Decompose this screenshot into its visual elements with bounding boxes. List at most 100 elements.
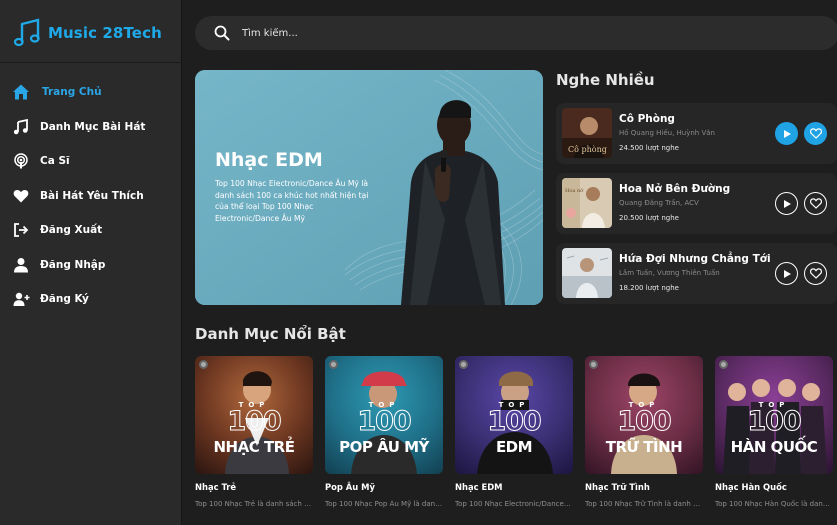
logout-icon — [12, 221, 30, 239]
search-bar[interactable] — [195, 16, 837, 50]
song-title[interactable]: Hoa Nở Bên Đường — [619, 183, 730, 195]
sidebar-item-label: Danh Mục Bài Hát — [40, 120, 146, 133]
sidebar-item-favorites[interactable]: Bài Hát Yêu Thích — [0, 179, 182, 214]
category-description: Top 100 Nhạc Hàn Quốc là danh sách — [715, 500, 833, 508]
svg-text:Hoa nở: Hoa nở — [565, 187, 584, 194]
sidebar-item-singers[interactable]: Ca Sĩ — [0, 144, 182, 179]
featured-banner[interactable]: Nhạc EDM Top 100 Nhạc Electronic/Dance Â… — [195, 70, 543, 305]
category-card[interactable]: TOP 100 HÀN QUỐC Nhạc Hàn Quốc Top 100 N… — [715, 356, 833, 508]
category-name[interactable]: Nhạc Trẻ — [195, 482, 236, 492]
category-name[interactable]: Nhạc EDM — [455, 482, 503, 492]
main-content: Nhạc EDM Top 100 Nhạc Electronic/Dance Â… — [183, 0, 837, 525]
disc-icon — [589, 360, 598, 369]
podcast-icon — [12, 152, 30, 170]
music-logo-icon — [13, 18, 40, 47]
sidebar-item-logout[interactable]: Đăng Xuất — [0, 213, 182, 248]
cover-label: NHẠC TRẺ — [213, 438, 295, 456]
cover-label: POP ÂU MỸ — [339, 438, 429, 456]
disc-icon — [719, 360, 728, 369]
app-logo[interactable]: Music 28Tech — [12, 18, 162, 48]
popular-songs-list: Cô phòng Cô Phòng Hồ Quang Hiếu, Huỳnh V… — [556, 103, 837, 313]
play-button[interactable] — [775, 192, 798, 215]
sidebar-item-label: Đăng Xuất — [40, 224, 103, 237]
music-note-icon — [12, 118, 30, 136]
song-item[interactable]: Hứa Đợi Nhưng Chẳng Tới Lâm Tuấn, Vương … — [556, 243, 837, 304]
song-views: 24.500 lượt nghe — [619, 144, 679, 152]
heart-outline-icon — [809, 198, 822, 209]
category-cover: TOP 100 TRỮ TÌNH — [585, 356, 703, 474]
sidebar-item-song-categories[interactable]: Danh Mục Bài Hát — [0, 110, 182, 145]
cover-label: EDM — [495, 438, 533, 456]
banner-description: Top 100 Nhạc Electronic/Dance Âu Mỹ là d… — [215, 179, 369, 223]
song-item[interactable]: Cô phòng Cô Phòng Hồ Quang Hiếu, Huỳnh V… — [556, 103, 837, 164]
category-cover: TOP 100 NHẠC TRẺ — [195, 356, 313, 474]
home-icon — [12, 83, 30, 101]
song-thumbnail: Hoa nở — [562, 178, 612, 228]
category-name[interactable]: Nhạc Hàn Quốc — [715, 482, 787, 492]
category-card[interactable]: TOP 100 NHẠC TRẺ Nhạc Trẻ Top 100 Nhạc T… — [195, 356, 313, 508]
like-button[interactable] — [804, 122, 827, 145]
featured-categories: TOP 100 NHẠC TRẺ Nhạc Trẻ Top 100 Nhạc T… — [195, 356, 837, 525]
cover-label: TRỮ TÌNH — [605, 438, 683, 456]
category-cover: TOP 100 HÀN QUỐC — [715, 356, 833, 474]
song-views: 18.200 lượt nghe — [619, 284, 679, 292]
sidebar-item-label: Ca Sĩ — [40, 155, 70, 168]
user-plus-icon — [12, 290, 30, 308]
category-description: Top 100 Nhạc Electronic/Dance Âu Mỹ — [455, 500, 573, 508]
category-card[interactable]: TOP 100 POP ÂU MỸ Pop Âu Mỹ Top 100 Nhạc… — [325, 356, 443, 508]
disc-icon — [459, 360, 468, 369]
cover-100-text: 100 — [617, 406, 672, 438]
song-title[interactable]: Cô Phòng — [619, 113, 675, 125]
category-description: Top 100 Nhạc Trữ Tình là danh sách — [585, 500, 703, 508]
sidebar-item-label: Đăng Ký — [40, 293, 89, 306]
like-button[interactable] — [804, 262, 827, 285]
play-icon — [783, 199, 791, 208]
song-views: 20.500 lượt nghe — [619, 214, 679, 222]
category-cover: TOP 100 EDM — [455, 356, 573, 474]
app-name: Music 28Tech — [48, 24, 162, 42]
category-description: Top 100 Nhạc Pop Âu Mỹ là danh sách — [325, 500, 443, 508]
svg-text:Cô phòng: Cô phòng — [568, 145, 607, 154]
sidebar-item-home[interactable]: Trang Chủ — [0, 75, 182, 110]
song-item[interactable]: Hoa nở Hoa Nở Bên Đường Quang Đăng Trần,… — [556, 173, 837, 234]
category-description: Top 100 Nhạc Trẻ là danh sách 100 ca khú… — [195, 500, 313, 508]
like-button[interactable] — [804, 192, 827, 215]
cover-label: HÀN QUỐC — [730, 438, 818, 456]
category-cover: TOP 100 POP ÂU MỸ — [325, 356, 443, 474]
sidebar-nav: Trang Chủ Danh Mục Bài Hát Ca Sĩ Bài Hát… — [0, 75, 182, 317]
sidebar-divider — [0, 62, 182, 63]
sidebar: Music 28Tech Trang Chủ Danh Mục Bài Hát … — [0, 0, 182, 525]
song-thumbnail: Cô phòng — [562, 108, 612, 158]
category-card[interactable]: TOP 100 TRỮ TÌNH Nhạc Trữ Tình Top 100 N… — [585, 356, 703, 508]
heart-outline-icon — [809, 268, 822, 279]
sidebar-item-label: Trang Chủ — [42, 86, 102, 99]
search-input[interactable] — [242, 27, 742, 39]
cover-100-text: 100 — [357, 406, 412, 438]
heart-outline-icon — [809, 128, 822, 139]
banner-title: Nhạc EDM — [215, 149, 323, 171]
song-title[interactable]: Hứa Đợi Nhưng Chẳng Tới — [619, 253, 771, 265]
play-icon — [783, 129, 791, 138]
sidebar-item-register[interactable]: Đăng Ký — [0, 282, 182, 317]
sidebar-item-label: Đăng Nhập — [40, 258, 106, 271]
user-icon — [12, 256, 30, 274]
play-icon — [783, 269, 791, 278]
featured-categories-title: Danh Mục Nổi Bật — [195, 325, 346, 343]
heart-icon — [12, 187, 30, 205]
category-card[interactable]: TOP 100 EDM Nhạc EDM Top 100 Nhạc Electr… — [455, 356, 573, 508]
sidebar-item-login[interactable]: Đăng Nhập — [0, 248, 182, 283]
category-name[interactable]: Nhạc Trữ Tình — [585, 482, 650, 492]
song-artist: Hồ Quang Hiếu, Huỳnh Văn — [619, 129, 715, 137]
disc-icon — [199, 360, 208, 369]
cover-100-text: 100 — [227, 406, 282, 438]
sidebar-item-label: Bài Hát Yêu Thích — [40, 189, 144, 202]
song-artist: Quang Đăng Trần, ACV — [619, 199, 699, 207]
search-icon[interactable] — [214, 25, 230, 41]
cover-100-text: 100 — [487, 406, 542, 438]
play-button[interactable] — [775, 122, 798, 145]
disc-icon — [329, 360, 338, 369]
song-artist: Lâm Tuấn, Vương Thiên Tuấn — [619, 269, 720, 277]
song-thumbnail — [562, 248, 612, 298]
category-name[interactable]: Pop Âu Mỹ — [325, 482, 375, 492]
play-button[interactable] — [775, 262, 798, 285]
